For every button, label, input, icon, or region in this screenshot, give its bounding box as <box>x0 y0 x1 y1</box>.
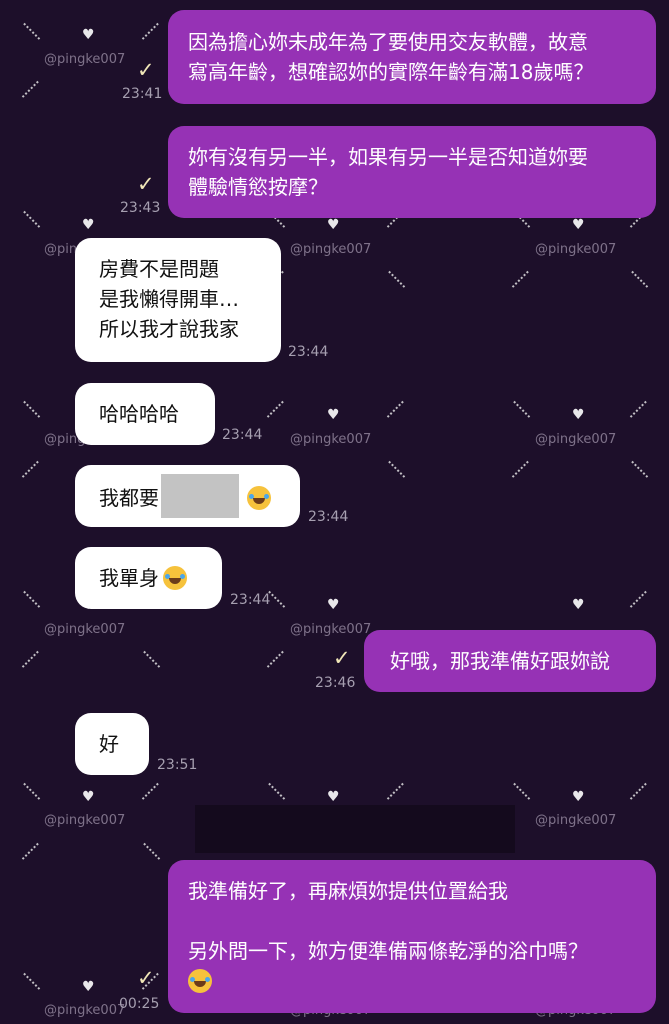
message-text: 我單身 <box>99 566 159 590</box>
watermark-text: @pingke007 <box>44 622 126 637</box>
heart-icon: ♥ <box>327 789 340 805</box>
message-bubble-incoming[interactable]: 我都要 <box>75 465 300 527</box>
watermark-text: @pingke007 <box>44 1003 126 1018</box>
message-time: 23:46 <box>315 675 356 691</box>
read-check-icon: ✓ <box>333 646 351 670</box>
dotted-arrow-icon <box>141 842 161 862</box>
dotted-arrow-icon <box>21 972 41 992</box>
message-text: 另外問一下，妳方便準備兩條乾淨的浴巾嗎？ <box>188 939 588 963</box>
dotted-arrow-icon <box>21 80 41 100</box>
message-time: 23:44 <box>308 509 349 525</box>
message-text: 房費不是問題 <box>99 257 219 281</box>
watermark-text: @pingke007 <box>290 242 372 257</box>
message-time: 23:44 <box>222 427 263 443</box>
heart-icon: ♥ <box>327 597 340 613</box>
dotted-arrow-icon <box>386 460 406 480</box>
message-bubble-outgoing[interactable]: 我準備好了，再麻煩妳提供位置給我 另外問一下，妳方便準備兩條乾淨的浴巾嗎？ <box>168 860 656 1013</box>
message-text: 妳有沒有另一半，如果有另一半是否知道妳要 <box>188 145 588 169</box>
redacted-band <box>195 805 515 853</box>
read-check-icon: ✓ <box>137 58 155 82</box>
dotted-arrow-icon <box>266 400 286 420</box>
message-text: 寫高年齡，想確認妳的實際年齡有滿18歲嗎？ <box>188 60 594 84</box>
joy-emoji-icon <box>163 565 187 590</box>
dotted-arrow-icon <box>511 782 531 802</box>
message-text <box>188 906 636 936</box>
heart-icon: ♥ <box>82 217 95 233</box>
joy-emoji-icon <box>247 485 271 510</box>
message-text: 體驗情慾按摩？ <box>188 175 328 199</box>
watermark-text: @pingke007 <box>535 813 617 828</box>
watermark-text: @pingke007 <box>44 52 126 67</box>
dotted-arrow-icon <box>21 22 41 42</box>
message-text: 好 <box>99 732 119 756</box>
read-check-icon: ✓ <box>137 172 155 196</box>
message-text: 是我懶得開車… <box>99 287 239 311</box>
heart-icon: ♥ <box>327 407 340 423</box>
heart-icon: ♥ <box>82 789 95 805</box>
dotted-arrow-icon <box>629 400 649 420</box>
watermark-text: @pingke007 <box>290 622 372 637</box>
watermark-text: @pingke007 <box>535 432 617 447</box>
joy-emoji-icon <box>188 968 212 993</box>
dotted-arrow-icon <box>141 650 161 670</box>
watermark-text: @pingke007 <box>535 242 617 257</box>
message-bubble-incoming[interactable]: 房費不是問題 是我懶得開車… 所以我才說我家 <box>75 238 281 362</box>
dotted-arrow-icon <box>511 400 531 420</box>
dotted-arrow-icon <box>21 842 41 862</box>
message-text: 我都要 <box>99 486 159 510</box>
message-time: 23:44 <box>230 592 271 608</box>
dotted-arrow-icon <box>21 782 41 802</box>
message-bubble-outgoing[interactable]: 因為擔心妳未成年為了要使用交友軟體，故意 寫高年齡，想確認妳的實際年齡有滿18歲… <box>168 10 656 104</box>
heart-icon: ♥ <box>572 407 585 423</box>
dotted-arrow-icon <box>629 460 649 480</box>
message-text: 我準備好了，再麻煩妳提供位置給我 <box>188 879 508 903</box>
message-text: 所以我才說我家 <box>99 317 239 341</box>
dotted-arrow-icon <box>386 270 406 290</box>
message-bubble-outgoing[interactable]: 妳有沒有另一半，如果有另一半是否知道妳要 體驗情慾按摩？ <box>168 126 656 218</box>
heart-icon: ♥ <box>572 597 585 613</box>
dotted-arrow-icon <box>141 782 161 802</box>
dotted-arrow-icon <box>141 22 161 42</box>
dotted-arrow-icon <box>629 270 649 290</box>
dotted-arrow-icon <box>386 400 406 420</box>
message-bubble-incoming[interactable]: 我單身 <box>75 547 222 609</box>
dotted-arrow-icon <box>511 460 531 480</box>
message-time: 23:44 <box>288 344 329 360</box>
dotted-arrow-icon <box>266 782 286 802</box>
dotted-arrow-icon <box>511 270 531 290</box>
message-bubble-incoming[interactable]: 好 <box>75 713 149 775</box>
message-text: 因為擔心妳未成年為了要使用交友軟體，故意 <box>188 30 588 54</box>
watermark-text: @pingke007 <box>290 432 372 447</box>
redacted-block <box>161 474 239 518</box>
watermark-text: @pingke007 <box>44 813 126 828</box>
heart-icon: ♥ <box>82 27 95 43</box>
dotted-arrow-icon <box>21 460 41 480</box>
message-bubble-incoming[interactable]: 哈哈哈哈 <box>75 383 215 445</box>
heart-icon: ♥ <box>572 217 585 233</box>
message-bubble-outgoing[interactable]: 好哦，那我準備好跟妳說 <box>364 630 656 692</box>
heart-icon: ♥ <box>82 979 95 995</box>
heart-icon: ♥ <box>327 217 340 233</box>
dotted-arrow-icon <box>266 650 286 670</box>
dotted-arrow-icon <box>21 400 41 420</box>
read-check-icon: ✓ <box>137 966 155 990</box>
chat-view[interactable]: ♥ @pingke007 ♥ ♥ ♥ @pingke007 @pingke007… <box>0 0 669 1024</box>
dotted-arrow-icon <box>21 590 41 610</box>
dotted-arrow-icon <box>629 590 649 610</box>
message-text: 好哦，那我準備好跟妳說 <box>390 649 610 673</box>
message-time: 23:41 <box>122 86 163 102</box>
message-text: 哈哈哈哈 <box>99 402 179 426</box>
dotted-arrow-icon <box>21 210 41 230</box>
dotted-arrow-icon <box>21 650 41 670</box>
dotted-arrow-icon <box>629 782 649 802</box>
message-time: 23:51 <box>157 757 198 773</box>
message-time: 23:43 <box>120 200 161 216</box>
heart-icon: ♥ <box>572 789 585 805</box>
message-time: 00:25 <box>119 996 160 1012</box>
dotted-arrow-icon <box>386 782 406 802</box>
